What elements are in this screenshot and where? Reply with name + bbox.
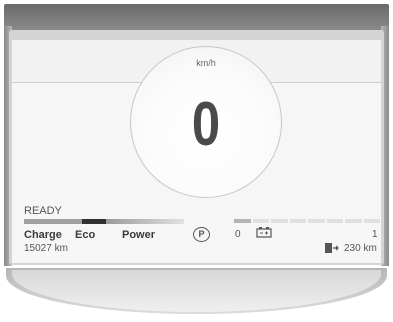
- battery-segment: [271, 219, 288, 223]
- speed-value: 0: [191, 90, 221, 159]
- battery-level: 1: [372, 229, 378, 240]
- range-value: 230 km: [344, 243, 377, 254]
- park-indicator: P: [193, 227, 210, 242]
- battery-segment: [308, 219, 325, 223]
- power-value: 0: [235, 229, 241, 240]
- battery-segment: [289, 219, 306, 223]
- battery-icon: [256, 226, 272, 241]
- instrument-cluster: km/h 0 READY Charge Eco Power P 0 1 1502…: [0, 0, 393, 322]
- charge-segment: [24, 219, 82, 224]
- range-icon: [324, 242, 340, 257]
- battery-level-bar: [234, 219, 380, 223]
- odometer: 15027 km: [24, 243, 68, 254]
- ready-indicator: READY: [24, 205, 62, 217]
- top-bezel: [4, 4, 389, 30]
- eco-label: Eco: [75, 229, 96, 241]
- battery-segment: [345, 219, 362, 223]
- battery-segment: [234, 219, 251, 223]
- eco-segment: [82, 219, 106, 224]
- speed-unit: km/h: [196, 58, 216, 68]
- charge-label: Charge: [24, 229, 62, 241]
- power-segment: [106, 219, 184, 224]
- battery-segment: [363, 219, 380, 223]
- display-screen: km/h 0 READY Charge Eco Power P 0 1 1502…: [12, 40, 381, 263]
- power-label: Power: [122, 229, 156, 241]
- battery-segment: [252, 219, 269, 223]
- speedometer-gauge: km/h 0: [130, 46, 282, 198]
- power-meter-bar: [24, 219, 184, 224]
- battery-segment: [326, 219, 343, 223]
